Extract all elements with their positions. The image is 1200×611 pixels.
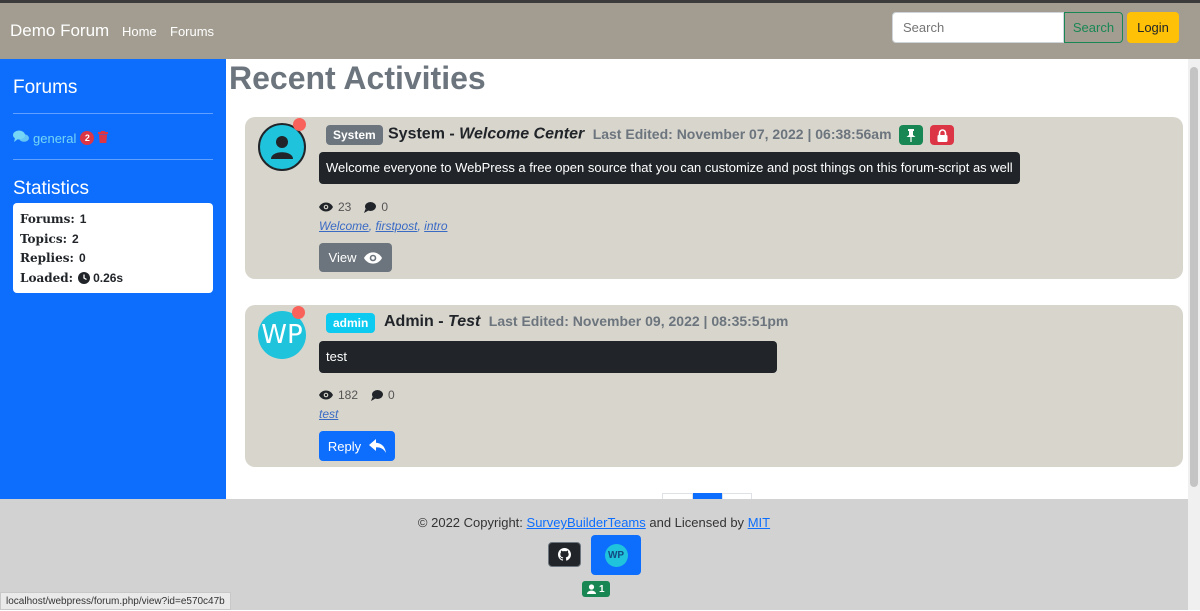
copyright-text: © 2022 Copyright: SurveyBuilderTeams and… xyxy=(0,515,1188,530)
lock-icon[interactable] xyxy=(930,125,955,145)
comment-count: 0 xyxy=(388,388,395,402)
post-card: System System - Welcome Center Last Edit… xyxy=(245,117,1183,279)
stat-value: 2 xyxy=(72,231,79,246)
topic-count-badge: 2 xyxy=(80,131,95,145)
stat-value: 0 xyxy=(78,251,86,265)
nav-forums-link[interactable]: Forums xyxy=(170,24,214,39)
clock-icon xyxy=(78,272,91,285)
comment-icon xyxy=(371,389,384,401)
user-icon xyxy=(587,584,596,594)
search-button[interactable]: Search xyxy=(1064,12,1123,43)
post-meta: 182 0 xyxy=(319,388,395,402)
sidebar: Forums general 2 Statistics Forums: 1 To… xyxy=(0,59,226,499)
stat-value: 1 xyxy=(79,212,87,226)
forums-heading: Forums xyxy=(13,77,78,98)
role-badge: System xyxy=(326,125,383,145)
eye-icon xyxy=(319,390,333,400)
stat-topics: Topics: 2 xyxy=(20,230,206,250)
page-scrollbar[interactable] xyxy=(1188,59,1200,610)
reply-icon xyxy=(369,439,387,453)
post-card: WP admin Admin - Test Last Edited: Novem… xyxy=(245,305,1183,467)
brand-link[interactable]: Demo Forum xyxy=(10,21,109,41)
online-status-dot xyxy=(293,118,306,131)
copyright-prefix: © 2022 Copyright: xyxy=(417,515,523,530)
stat-label: Replies: xyxy=(20,251,74,265)
view-button[interactable]: View xyxy=(319,243,392,272)
comment-icon xyxy=(364,201,377,213)
stat-value: 0.26s xyxy=(93,270,124,285)
team-link[interactable]: SurveyBuilderTeams xyxy=(527,515,646,530)
stat-loaded: Loaded: 0.26s xyxy=(20,269,206,289)
statistics-card: Forums: 1 Topics: 2 Replies: 0 Loaded: 0… xyxy=(13,203,213,293)
eye-icon xyxy=(319,202,333,212)
license-link[interactable]: MIT xyxy=(748,515,770,530)
statistics-heading: Statistics xyxy=(13,178,90,199)
post-body: test xyxy=(319,341,777,373)
licensed-text: and Licensed by xyxy=(649,515,745,530)
webpress-logo: WP xyxy=(604,543,628,567)
github-button[interactable] xyxy=(548,542,581,567)
post-author[interactable]: System xyxy=(388,126,445,143)
title-separator: - xyxy=(438,313,444,330)
title-separator: - xyxy=(449,125,455,143)
view-count: 182 xyxy=(338,388,359,402)
top-navbar: Demo Forum Home Forums Search Login xyxy=(0,0,1200,59)
users-online-badge: 1 xyxy=(582,581,610,597)
stat-label: Topics: xyxy=(20,231,67,246)
stat-label: Forums: xyxy=(20,212,75,226)
nav-home-link[interactable]: Home xyxy=(122,24,157,39)
search-input[interactable] xyxy=(892,12,1064,43)
reply-button-label: Reply xyxy=(327,438,362,454)
last-edited: Last Edited: November 07, 2022 | 06:38:5… xyxy=(592,125,892,142)
trash-icon[interactable] xyxy=(98,130,109,146)
avatar-initials: WP xyxy=(261,320,303,350)
users-online-count: 1 xyxy=(599,583,605,595)
post-topic[interactable]: Welcome Center xyxy=(459,126,584,143)
post-tags: test xyxy=(319,407,338,421)
divider xyxy=(13,159,213,160)
page-title: Recent Activities xyxy=(229,60,486,96)
last-edited: Last Edited: November 09, 2022 | 08:35:5… xyxy=(488,313,789,329)
post-tags: Welcome, firstpost, intro xyxy=(319,219,448,233)
tag-link[interactable]: firstpost xyxy=(375,219,417,233)
webpress-button[interactable]: WP xyxy=(591,535,641,575)
login-button[interactable]: Login xyxy=(1127,12,1179,43)
tag-link[interactable]: test xyxy=(319,407,338,421)
online-status-dot xyxy=(292,306,305,319)
post-header: System - Welcome Center Last Edited: Nov… xyxy=(388,125,955,145)
post-topic[interactable]: Test xyxy=(448,313,480,330)
view-count: 23 xyxy=(338,200,352,214)
post-body: Welcome everyone to WebPress a free open… xyxy=(319,152,1020,184)
role-badge: admin xyxy=(326,313,376,333)
stat-forums: Forums: 1 xyxy=(20,210,206,230)
eye-icon xyxy=(364,251,383,264)
tag-link[interactable]: intro xyxy=(424,219,447,233)
reply-button[interactable]: Reply xyxy=(319,431,395,461)
post-author[interactable]: Admin xyxy=(384,313,434,330)
stat-label: Loaded: xyxy=(20,270,74,285)
status-bar-url: localhost/webpress/forum.php/view?id=e57… xyxy=(0,592,231,610)
github-icon xyxy=(558,548,571,561)
divider xyxy=(13,113,213,114)
comments-icon xyxy=(13,130,29,146)
post-header: Admin - Test Last Edited: November 09, 2… xyxy=(384,313,788,331)
sidebar-item-general[interactable]: general 2 xyxy=(13,130,109,146)
sidebar-item-label: general xyxy=(33,130,77,146)
scrollbar-thumb[interactable] xyxy=(1190,67,1198,487)
pin-icon[interactable] xyxy=(898,125,923,145)
tag-link[interactable]: Welcome xyxy=(319,219,369,233)
view-button-label: View xyxy=(328,250,357,265)
stat-replies: Replies: 0 xyxy=(20,249,206,269)
post-meta: 23 0 xyxy=(319,200,388,214)
comment-count: 0 xyxy=(381,200,389,214)
